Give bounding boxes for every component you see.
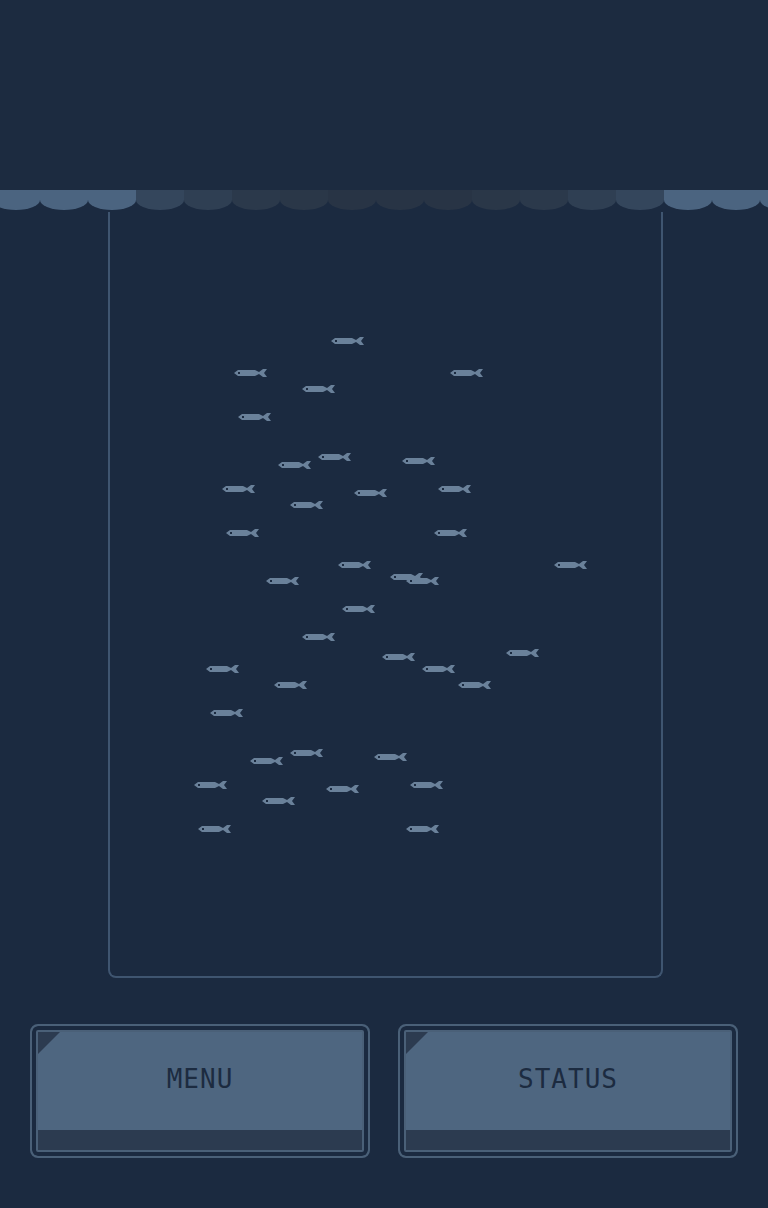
wave-scallop — [760, 190, 768, 210]
fish-icon — [405, 824, 441, 834]
fish-icon — [341, 604, 377, 614]
wave-scallop — [0, 190, 40, 210]
game-screen: MENUSTATUS — [0, 0, 768, 1208]
fish-icon — [433, 528, 469, 538]
fish-icon — [225, 528, 261, 538]
wave-scallop — [664, 190, 712, 210]
water-surface — [0, 190, 768, 212]
fish-icon — [381, 652, 417, 662]
wave-scallop — [232, 190, 280, 210]
fish-icon — [409, 780, 445, 790]
corner-notch — [38, 1032, 60, 1054]
wave-scallop — [376, 190, 424, 210]
fish-icon — [301, 632, 337, 642]
fish-icon — [261, 796, 297, 806]
fish-icon — [373, 752, 409, 762]
corner-notch — [406, 1032, 428, 1054]
button-shade — [406, 1130, 730, 1150]
fish-icon — [289, 500, 325, 510]
menu-button[interactable]: STATUS — [398, 1024, 738, 1158]
fish-icon — [205, 664, 241, 674]
fish-icon — [421, 664, 457, 674]
wave-scallop — [520, 190, 568, 210]
fish-icon — [289, 748, 325, 758]
fish-icon — [457, 680, 493, 690]
wave-scallop — [88, 190, 136, 210]
fish-icon — [401, 456, 437, 466]
fish-icon — [437, 484, 473, 494]
fish-icon — [221, 484, 257, 494]
wave-scallop — [40, 190, 88, 210]
fish-icon — [193, 780, 229, 790]
wave-scallop — [424, 190, 472, 210]
fish-tank — [108, 212, 663, 978]
button-bar: MENUSTATUS — [0, 978, 768, 1158]
fish-icon — [265, 576, 301, 586]
fish-icon — [553, 560, 589, 570]
fish-icon — [237, 412, 273, 422]
fish-icon — [301, 384, 337, 394]
fish-icon — [337, 560, 373, 570]
wave-scallop — [472, 190, 520, 210]
fish-icon — [330, 336, 366, 346]
fish-icon — [405, 576, 441, 586]
fish-icon — [233, 368, 269, 378]
wave-scallop — [568, 190, 616, 210]
fish-icon — [317, 452, 353, 462]
wave-scallop — [616, 190, 664, 210]
top-area — [0, 0, 768, 190]
fish-icon — [277, 460, 313, 470]
wave-scallop — [280, 190, 328, 210]
wave-scallop — [136, 190, 184, 210]
fish-icon — [325, 784, 361, 794]
fish-icon — [273, 680, 309, 690]
wave-scallop — [184, 190, 232, 210]
fish-icon — [353, 488, 389, 498]
menu-button[interactable]: MENU — [30, 1024, 370, 1158]
fish-icon — [449, 368, 485, 378]
fish-icon — [505, 648, 541, 658]
wave-scallop — [712, 190, 760, 210]
wave-scallop — [328, 190, 376, 210]
fish-icon — [249, 756, 285, 766]
fish-icon — [209, 708, 245, 718]
button-shade — [38, 1130, 362, 1150]
fish-icon — [197, 824, 233, 834]
